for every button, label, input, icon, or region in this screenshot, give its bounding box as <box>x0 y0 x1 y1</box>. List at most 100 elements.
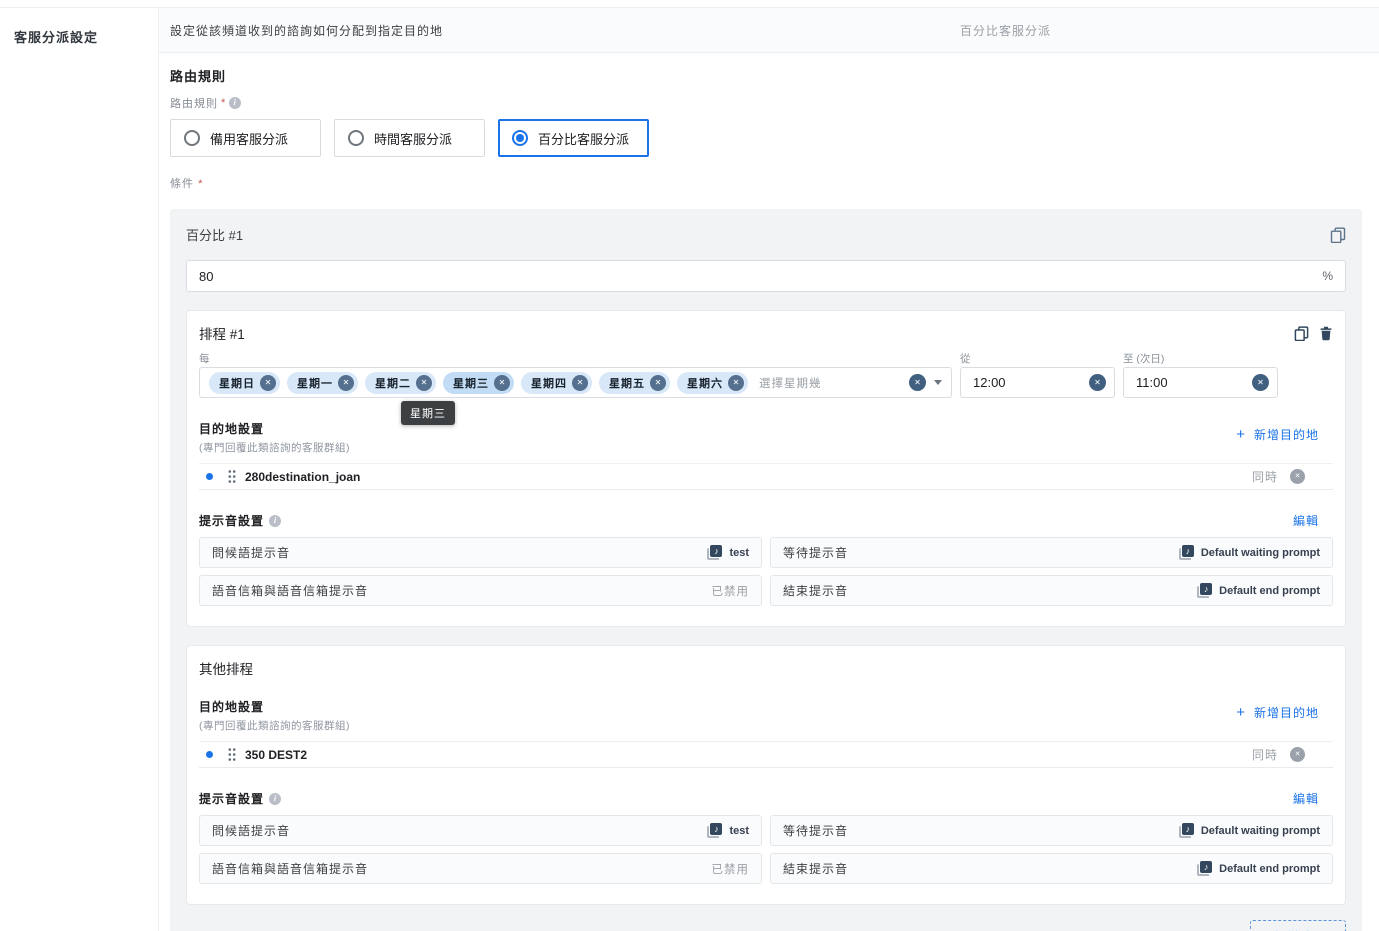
audio-file-icon: ♪ <box>707 545 723 560</box>
destination-row[interactable]: 280destination_joan 同時 ✕ <box>199 463 1333 490</box>
weekday-placeholder: 選擇星期幾 <box>759 377 822 390</box>
radio-backup-dispatch[interactable]: 備用客服分派 <box>170 119 321 157</box>
other-schedule-title: 其他排程 <box>199 662 253 677</box>
routing-rules-field-label: 路由規則 * i <box>170 95 1379 111</box>
weekday-chip-hovered[interactable]: 星期三 ✕ <box>443 371 514 394</box>
schedule-title: 排程 #1 <box>199 327 245 342</box>
audio-file-icon: ♪ <box>707 823 723 838</box>
add-destination-button[interactable]: + 新增目的地 <box>1236 704 1319 721</box>
schedule-card-header: 排程 #1 <box>199 323 1333 343</box>
weekday-chip[interactable]: 星期一 ✕ <box>287 371 358 394</box>
drag-handle-icon[interactable] <box>227 747 237 762</box>
from-time-input[interactable]: 12:00 ✕ <box>960 367 1115 398</box>
remove-chip-icon[interactable]: ✕ <box>572 374 588 391</box>
destination-section-header: 目的地設置 (專門回覆此類諮詢的客服群組) + 新增目的地 <box>199 420 1333 455</box>
clear-time-icon[interactable]: ✕ <box>1252 374 1269 391</box>
add-time-layer-button[interactable]: + 新增時間層 <box>1250 920 1346 931</box>
weekday-chip[interactable]: 星期五 ✕ <box>599 371 670 394</box>
voicemail-prompt-field[interactable]: 語音信箱與語音信箱提示音 已禁用 <box>199 853 762 884</box>
percent-sign: % <box>1322 269 1333 283</box>
percentage-value-input[interactable]: 80 % <box>186 260 1346 292</box>
edit-prompts-button[interactable]: 編輯 <box>1293 512 1319 529</box>
radio-time-dispatch[interactable]: 時間客服分派 <box>334 119 485 157</box>
info-icon[interactable]: i <box>229 97 242 109</box>
page-title: 客服分派設定 <box>14 30 99 45</box>
prompts-section-header: 提示音設置 i 編輯 <box>199 790 1333 807</box>
end-prompt-field[interactable]: 結束提示音 ♪ Default end prompt <box>770 575 1333 606</box>
greeting-prompt-field[interactable]: 問候語提示音 ♪ test <box>199 815 762 846</box>
prompts-section-header: 提示音設置 i 編輯 <box>199 512 1333 529</box>
drag-handle-icon[interactable] <box>227 469 237 484</box>
remove-destination-icon[interactable]: ✕ <box>1290 469 1305 484</box>
percentage-condition-panel: 百分比 #1 80 % 排程 #1 每 星期日 ✕ 星期一 ✕ 星期二 ✕ 星期… <box>170 209 1362 931</box>
weekday-chip[interactable]: 星期四 ✕ <box>521 371 592 394</box>
prompts-grid: 問候語提示音 ♪ test 等待提示音 ♪ Default waiting pr… <box>199 537 1333 606</box>
clear-all-icon[interactable]: ✕ <box>909 374 926 391</box>
routing-rules-section: 路由規則 路由規則 * i 備用客服分派 時間客服分派 百分比客服分派 條件 * <box>159 53 1379 191</box>
from-label: 從 <box>960 353 971 365</box>
routing-options: 備用客服分派 時間客服分派 百分比客服分派 <box>170 119 1379 157</box>
percentage-value: 80 <box>199 268 214 284</box>
to-time-input[interactable]: 11:00 ✕ <box>1123 367 1278 398</box>
prompt-value: test <box>729 824 749 837</box>
from-time-field: 從 12:00 ✕ <box>960 351 1115 398</box>
voicemail-prompt-field[interactable]: 語音信箱與語音信箱提示音 已禁用 <box>199 575 762 606</box>
remove-chip-icon[interactable]: ✕ <box>650 374 666 391</box>
remove-chip-icon[interactable]: ✕ <box>728 374 744 391</box>
duplicate-icon[interactable] <box>1330 227 1346 243</box>
remove-chip-icon[interactable]: ✕ <box>494 374 510 391</box>
radio-checked-icon[interactable] <box>512 130 528 146</box>
weekday-chip[interactable]: 星期六 ✕ <box>677 371 748 394</box>
required-asterisk: * <box>221 97 227 109</box>
destination-subtitle: (專門回覆此類諮詢的客服群組) <box>199 442 350 454</box>
info-icon[interactable]: i <box>269 514 282 527</box>
delete-icon[interactable] <box>1319 326 1333 341</box>
destination-name: 350 DEST2 <box>245 747 308 762</box>
remove-chip-icon[interactable]: ✕ <box>416 374 432 391</box>
audio-file-icon: ♪ <box>1197 861 1213 876</box>
section-header: 設定從該頻道收到的諮詢如何分配到指定目的地 百分比客服分派 <box>159 8 1379 53</box>
edit-prompts-button[interactable]: 編輯 <box>1293 790 1319 807</box>
greeting-prompt-field[interactable]: 問候語提示音 ♪ test <box>199 537 762 568</box>
prompt-value: Default end prompt <box>1219 862 1320 875</box>
to-label: 至 (次日) <box>1123 353 1165 365</box>
destination-row[interactable]: 350 DEST2 同時 ✕ <box>199 741 1333 768</box>
radio-percentage-dispatch[interactable]: 百分比客服分派 <box>498 119 649 157</box>
clear-time-icon[interactable]: ✕ <box>1089 374 1106 391</box>
remove-destination-icon[interactable]: ✕ <box>1290 747 1305 762</box>
add-destination-button[interactable]: + 新增目的地 <box>1236 426 1319 443</box>
bullet-icon <box>206 751 213 758</box>
info-icon[interactable]: i <box>269 792 282 805</box>
plus-icon: + <box>1236 426 1246 443</box>
prompt-value: 已禁用 <box>711 863 749 876</box>
audio-file-icon: ♪ <box>1197 583 1213 598</box>
prompt-value: Default end prompt <box>1219 584 1320 597</box>
dispatch-mode-label: 百分比客服分派 <box>960 23 1052 38</box>
weekday-multiselect[interactable]: 星期日 ✕ 星期一 ✕ 星期二 ✕ 星期三 ✕ 星期四 ✕ 星期五 ✕ 星期六 … <box>199 367 952 398</box>
schedule-time-fields: 每 星期日 ✕ 星期一 ✕ 星期二 ✕ 星期三 ✕ 星期四 ✕ 星期五 ✕ 星期… <box>199 351 1333 425</box>
condition-label: 條件 * <box>170 178 204 190</box>
plus-icon: + <box>1236 704 1246 721</box>
remove-chip-icon[interactable]: ✕ <box>260 374 276 391</box>
prompt-value: test <box>729 546 749 559</box>
waiting-prompt-field[interactable]: 等待提示音 ♪ Default waiting prompt <box>770 537 1333 568</box>
to-time-field: 至 (次日) 11:00 ✕ <box>1123 351 1278 398</box>
remove-chip-icon[interactable]: ✕ <box>338 374 354 391</box>
waiting-prompt-field[interactable]: 等待提示音 ♪ Default waiting prompt <box>770 815 1333 846</box>
prompts-title: 提示音設置 <box>199 514 265 528</box>
duplicate-icon[interactable] <box>1294 325 1309 341</box>
weekday-tooltip: 星期三 <box>401 401 455 425</box>
weekday-chip[interactable]: 星期二 ✕ <box>365 371 436 394</box>
every-label: 每 <box>199 353 210 365</box>
destination-mode-label: 同時 <box>1251 748 1278 762</box>
chevron-down-icon[interactable] <box>934 380 942 385</box>
weekday-chip[interactable]: 星期日 ✕ <box>209 371 280 394</box>
radio-unchecked-icon[interactable] <box>184 130 200 146</box>
destination-name: 280destination_joan <box>245 469 361 484</box>
end-prompt-field[interactable]: 結束提示音 ♪ Default end prompt <box>770 853 1333 884</box>
radio-unchecked-icon[interactable] <box>348 130 364 146</box>
prompt-value: 已禁用 <box>711 585 749 598</box>
destination-mode-label: 同時 <box>1251 470 1278 484</box>
weekday-field: 每 星期日 ✕ 星期一 ✕ 星期二 ✕ 星期三 ✕ 星期四 ✕ 星期五 ✕ 星期… <box>199 351 952 425</box>
main-content: 設定從該頻道收到的諮詢如何分配到指定目的地 百分比客服分派 路由規則 路由規則 … <box>159 8 1379 931</box>
